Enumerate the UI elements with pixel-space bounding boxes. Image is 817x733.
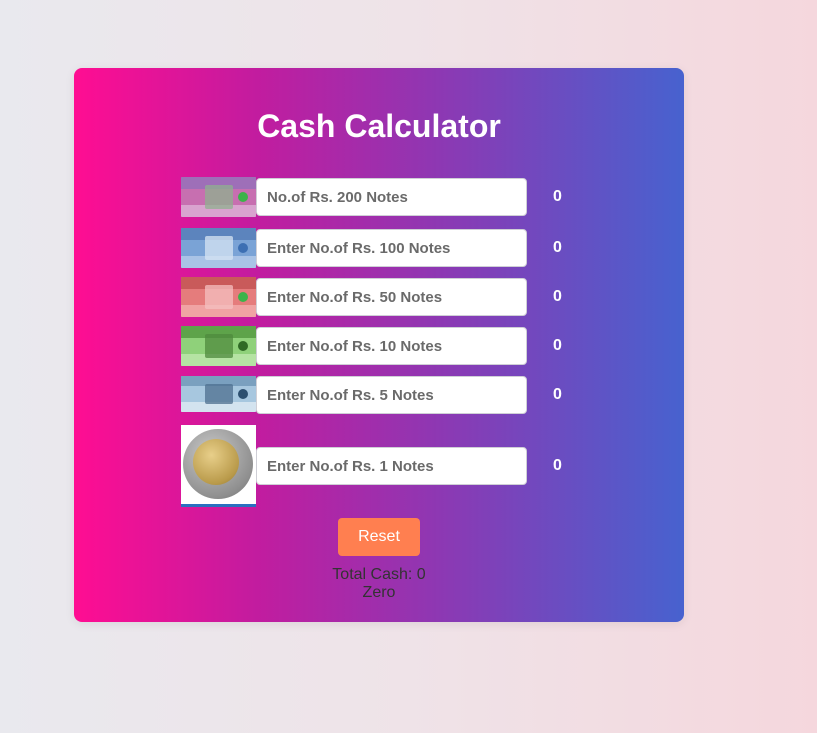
notes-100-input[interactable] [256,229,527,267]
coin-1-icon [181,425,256,507]
banknote-5-icon [181,376,256,412]
row-1: 0 [181,425,601,509]
amount-10: 0 [553,337,562,354]
banknote-50-icon [181,277,256,317]
page-title: Cash Calculator [257,108,501,144]
notes-1-input[interactable] [256,447,527,485]
notes-50-input[interactable] [256,278,527,316]
row-100: 0 [181,227,601,269]
row-50: 0 [181,276,601,318]
amount-50: 0 [553,288,562,305]
notes-200-input[interactable] [256,178,527,216]
notes-10-input[interactable] [256,327,527,365]
notes-5-input[interactable] [256,376,527,414]
row-10: 0 [181,325,601,367]
amount-1: 0 [553,457,562,474]
amount-100: 0 [553,239,562,256]
total-words-text: Zero [362,584,396,601]
total-display: Total Cash: 0 Zero [74,566,684,602]
banknote-10-icon [181,326,256,366]
row-200: 0 [181,176,601,218]
banknote-200-icon [181,177,256,217]
row-5: 0 [181,374,601,416]
banknote-100-icon [181,228,256,268]
calculator-card: Cash Calculator 0 0 0 [74,68,684,622]
amount-200: 0 [553,188,562,205]
amount-5: 0 [553,386,562,403]
reset-button[interactable]: Reset [338,518,420,556]
total-cash-text: Total Cash: 0 [332,566,426,583]
